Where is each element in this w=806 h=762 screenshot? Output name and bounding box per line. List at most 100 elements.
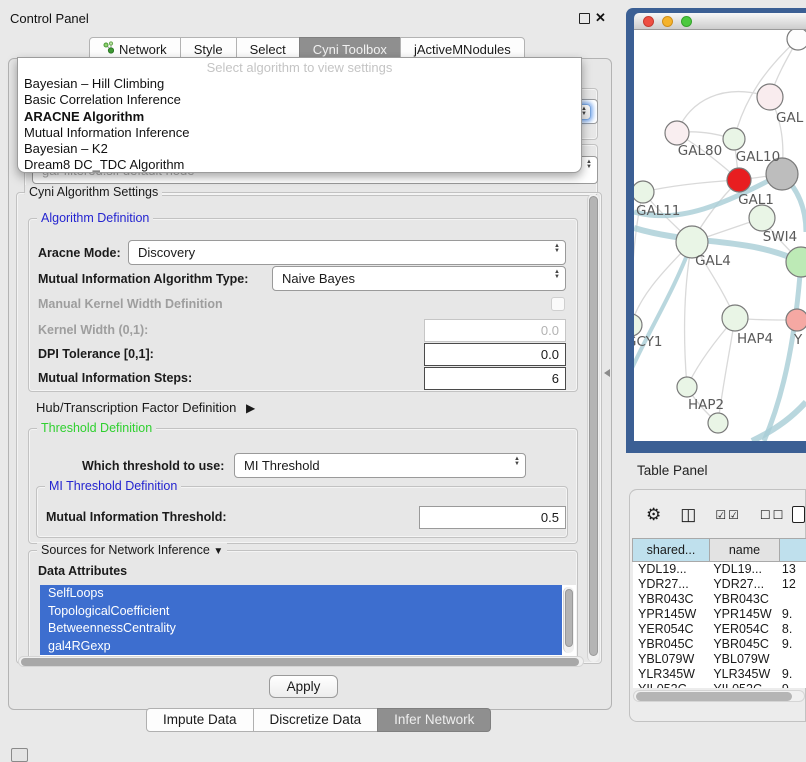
algorithm-option[interactable]: Bayesian – Hill Climbing xyxy=(18,76,581,92)
settings-gear-icon[interactable]: ⚙ xyxy=(646,505,661,525)
network-node-gcy1[interactable] xyxy=(634,314,642,336)
scrollbar-thumb[interactable] xyxy=(636,692,792,701)
float-panel-icon[interactable] xyxy=(579,13,590,24)
network-node-gal10[interactable] xyxy=(723,128,745,150)
data-attributes-list[interactable]: SelfLoopsTopologicalCoefficientBetweenne… xyxy=(40,585,576,656)
table-cell: YDL19... xyxy=(633,562,708,577)
column-header[interactable]: shared... xyxy=(632,538,710,562)
manual-kernel-checkbox[interactable] xyxy=(551,297,565,311)
table-row[interactable]: YER054CYER054C8. xyxy=(633,622,806,637)
table-row[interactable]: YBL079WYBL079W xyxy=(633,652,806,667)
splitpane-collapse-icon[interactable] xyxy=(604,369,610,377)
table-row[interactable]: YPR145WYPR145W9. xyxy=(633,607,806,622)
scrollbar-thumb[interactable] xyxy=(565,589,573,647)
attributes-scrollbar[interactable] xyxy=(563,587,574,653)
column-header[interactable] xyxy=(779,538,806,562)
table-row[interactable]: YIL052CYIL052C9 xyxy=(633,682,806,688)
document-icon[interactable] xyxy=(792,506,805,523)
algorithm-option[interactable]: Dream8 DC_TDC Algorithm xyxy=(18,157,581,173)
table-row[interactable]: YBR045CYBR045C9. xyxy=(633,637,806,652)
dpi-tolerance-field[interactable]: 0.0 xyxy=(424,343,566,366)
minimize-traffic-icon[interactable] xyxy=(662,16,673,27)
collapse-down-icon[interactable]: ▼ xyxy=(213,546,223,557)
table-cell: YBR045C xyxy=(633,637,708,652)
tab-infer-network[interactable]: Infer Network xyxy=(377,708,491,732)
node-label: Y xyxy=(793,332,803,348)
algorithm-option[interactable]: Basic Correlation Inference xyxy=(18,92,581,108)
network-edge-highlighted[interactable] xyxy=(634,242,692,375)
close-traffic-icon[interactable] xyxy=(643,16,654,27)
network-node[interactable] xyxy=(787,30,806,50)
mi-threshold-field[interactable]: 0.5 xyxy=(419,506,566,529)
scrollbar-thumb[interactable] xyxy=(21,658,579,666)
algorithm-option[interactable]: Mutual Information Inference xyxy=(18,125,581,141)
which-threshold-combo[interactable]: MI Threshold ▲▼ xyxy=(234,453,526,478)
column-header[interactable]: name xyxy=(709,538,780,562)
split-columns-icon[interactable]: ◫ xyxy=(680,505,696,525)
network-node-gal11[interactable] xyxy=(634,181,654,203)
network-node-hap4[interactable] xyxy=(722,305,748,331)
algorithm-dropdown-popup: Select algorithm to view settings Bayesi… xyxy=(17,57,582,173)
checked-boxes-icon[interactable]: ☑☑ xyxy=(715,508,741,522)
attribute-item[interactable]: BetweennessCentrality xyxy=(40,620,562,638)
network-window-titlebar[interactable] xyxy=(634,13,806,30)
tab-impute-data[interactable]: Impute Data xyxy=(146,708,254,732)
scrollbar-thumb[interactable] xyxy=(589,196,598,656)
close-icon[interactable]: ✕ xyxy=(595,10,606,26)
network-node-gal[interactable] xyxy=(757,84,783,110)
network-node-y[interactable] xyxy=(786,309,806,331)
attribute-item[interactable]: gal4RGexp xyxy=(40,638,562,656)
kernel-width-field[interactable]: 0.0 xyxy=(424,319,566,342)
network-canvas[interactable]: GALGAL80GAL10GAL1GAL11SWI4GAL4GCY1HAP4YH… xyxy=(634,30,806,441)
tab-discretize-data[interactable]: Discretize Data xyxy=(253,708,379,732)
network-edge[interactable] xyxy=(677,92,770,133)
attribute-item[interactable]: TopologicalCoefficient xyxy=(40,603,562,621)
settings-scrollbar[interactable] xyxy=(587,194,599,662)
table-row[interactable]: YLR345WYLR345W9. xyxy=(633,667,806,682)
network-graph[interactable]: GALGAL80GAL10GAL1GAL11SWI4GAL4GCY1HAP4YH… xyxy=(634,30,806,441)
network-node-hap2[interactable] xyxy=(677,377,697,397)
expand-right-icon[interactable]: ▶ xyxy=(246,401,255,415)
node-label: GCY1 xyxy=(634,334,663,350)
table-row[interactable]: YDR27...YDR27...12 xyxy=(633,577,806,592)
hub-definition-toggle[interactable]: Hub/Transcription Factor Definition ▶ xyxy=(36,400,255,415)
table-header: shared...name xyxy=(633,538,806,562)
attribute-item[interactable]: SelfLoops xyxy=(40,585,562,603)
table-cell: YPR145W xyxy=(708,607,777,622)
tab-label: Network xyxy=(119,42,167,57)
table-cell: YIL052C xyxy=(708,682,777,688)
node-label: SWI4 xyxy=(763,229,798,245)
settings-hscrollbar[interactable] xyxy=(18,656,584,667)
zoom-traffic-icon[interactable] xyxy=(681,16,692,27)
table-row[interactable]: YDL19...YDL19...13 xyxy=(633,562,806,577)
combo-spinner-icon[interactable]: ▲▼ xyxy=(586,160,592,170)
table-cell xyxy=(777,652,806,667)
kernel-width-label: Kernel Width (0,1): xyxy=(38,323,148,337)
network-node-gal1[interactable] xyxy=(727,168,751,192)
node-label: GAL4 xyxy=(695,253,731,269)
mi-type-combo[interactable]: Naive Bayes ▲▼ xyxy=(272,266,566,291)
mi-steps-field[interactable]: 6 xyxy=(424,367,566,390)
table-cell: YPR145W xyxy=(633,607,708,622)
network-node-gal80[interactable] xyxy=(665,121,689,145)
table-cell: YER054C xyxy=(708,622,777,637)
apply-button[interactable]: Apply xyxy=(269,675,338,698)
combo-spinner-icon[interactable]: ▲▼ xyxy=(554,270,560,280)
network-edge-highlighted[interactable] xyxy=(752,402,806,441)
algorithm-option[interactable]: Bayesian – K2 xyxy=(18,141,581,157)
combo-spinner-icon[interactable]: ▲▼ xyxy=(554,244,560,254)
network-node[interactable] xyxy=(708,413,728,433)
table-row[interactable]: YBR043CYBR043C xyxy=(633,592,806,607)
network-node-swi4[interactable] xyxy=(749,205,775,231)
algorithm-option[interactable]: ARACNE Algorithm xyxy=(18,109,581,125)
network-edge[interactable] xyxy=(643,180,739,192)
collapsed-panel-box[interactable] xyxy=(11,748,28,762)
aracne-mode-value: Discovery xyxy=(138,245,195,260)
table-cell: 8. xyxy=(777,622,806,637)
table-hscrollbar[interactable] xyxy=(633,690,805,702)
network-node[interactable] xyxy=(786,247,806,277)
combo-spinner-icon[interactable]: ▲▼ xyxy=(514,457,520,467)
aracne-mode-combo[interactable]: Discovery ▲▼ xyxy=(128,240,566,265)
unchecked-boxes-icon[interactable]: ☐☐ xyxy=(760,508,786,522)
network-edge[interactable] xyxy=(685,242,692,387)
